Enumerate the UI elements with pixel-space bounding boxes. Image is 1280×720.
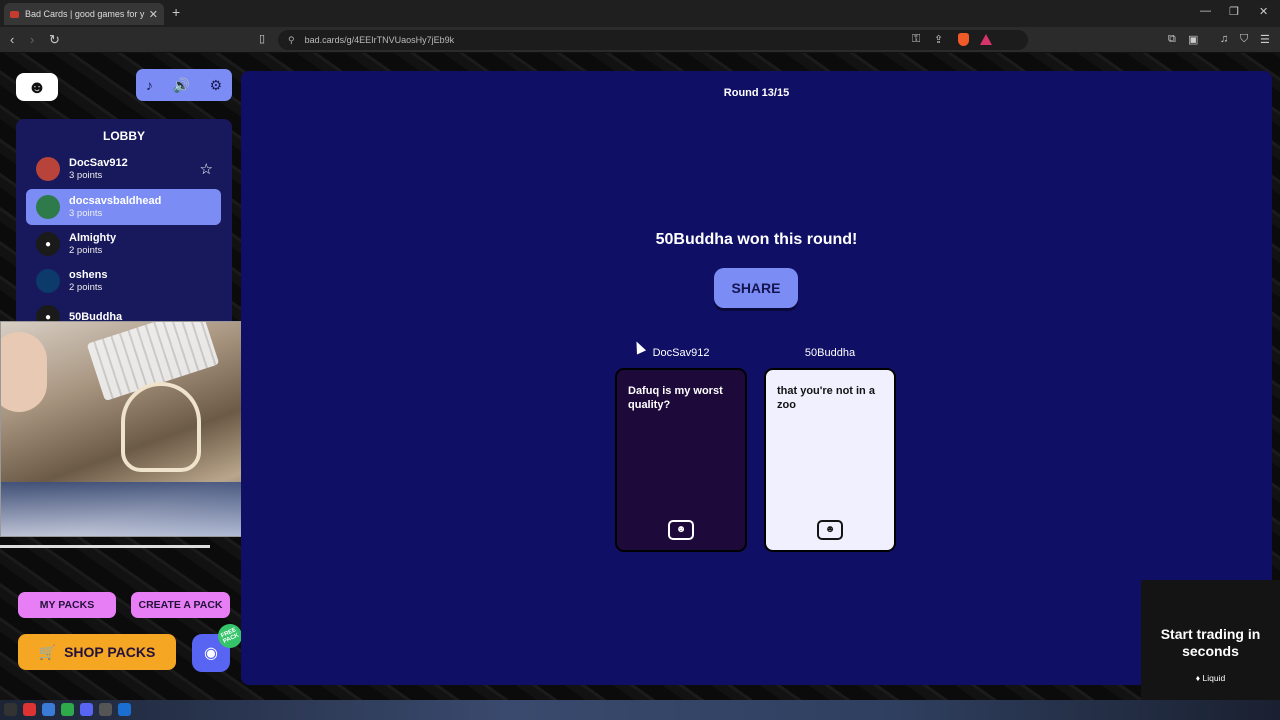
extensions-icon[interactable]: ⧉: [1168, 33, 1176, 46]
sidebar-toggle-icon[interactable]: ▣: [1188, 33, 1198, 46]
card-text: that you're not in a zoo: [777, 385, 875, 411]
card-text: Dafuq is my worst quality?: [628, 385, 723, 411]
player-row[interactable]: DocSav912 3 points ☆: [26, 151, 221, 187]
overlay-divider: [0, 545, 210, 548]
discord-taskbar-icon[interactable]: [80, 703, 93, 716]
card-logo-icon: ☻: [817, 520, 843, 540]
cart-icon: 🛒: [38, 643, 57, 660]
player-avatar: [36, 269, 60, 293]
app-taskbar-icon[interactable]: [118, 703, 131, 716]
white-answer-card[interactable]: that you're not in a zoo ☻: [764, 368, 896, 552]
player-points: 2 points: [69, 282, 103, 293]
spotify-taskbar-icon[interactable]: [61, 703, 74, 716]
music-icon[interactable]: ♪: [146, 77, 153, 93]
maximize-button[interactable]: ❐: [1229, 5, 1239, 18]
lobby-panel: LOBBY DocSav912 3 points ☆ docsavsbaldhe…: [16, 119, 232, 324]
site-favicon-icon: [10, 10, 19, 18]
minimize-button[interactable]: —: [1200, 5, 1211, 17]
shop-packs-label: SHOP PACKS: [64, 644, 156, 660]
browser-toolbar: ‹ › ↻ ▯ ⚲ bad.cards/g/4EEIrTNVUaosHy7jEb…: [0, 27, 1280, 53]
forward-button[interactable]: ›: [30, 32, 34, 47]
player-points: 2 points: [69, 245, 103, 256]
share-page-icon[interactable]: ⇪: [934, 33, 943, 46]
bad-cards-logo[interactable]: ☻: [16, 73, 58, 101]
round-winner-text: 50Buddha won this round!: [655, 231, 858, 248]
url-text: bad.cards/g/4EEIrTNVUaosHy7jEb9k: [304, 35, 455, 45]
browser-tab[interactable]: Bad Cards | good games for y ✕: [4, 3, 164, 25]
webcam-hand: [1, 332, 47, 412]
audio-controls: ♪ 🔊 ⚙: [136, 69, 232, 101]
player-row[interactable]: oshens 2 points: [26, 263, 221, 299]
window-close-button[interactable]: ✕: [1259, 5, 1268, 18]
os-taskbar: [0, 700, 1280, 720]
menu-icon[interactable]: ☰: [1260, 33, 1270, 46]
reload-button[interactable]: ↻: [49, 32, 60, 48]
vpn-icon[interactable]: ⛉: [1240, 33, 1248, 46]
player-avatar: [36, 195, 60, 219]
create-pack-button[interactable]: CREATE A PACK: [131, 592, 230, 618]
tab-title: Bad Cards | good games for y: [25, 9, 145, 19]
obs-taskbar-icon[interactable]: [99, 703, 112, 716]
brave-rewards-icon[interactable]: [980, 34, 992, 45]
ad-banner[interactable]: Start trading in seconds ♦ Liquid: [1141, 580, 1280, 700]
shop-packs-button[interactable]: 🛒 SHOP PACKS: [18, 634, 176, 670]
tab-close-icon[interactable]: ✕: [149, 8, 158, 21]
bookmark-icon[interactable]: ▯: [259, 32, 265, 45]
player-points: 3 points: [69, 208, 103, 219]
volume-icon[interactable]: 🔊: [172, 77, 189, 94]
player-name: Almighty: [69, 232, 117, 244]
discord-icon: ◉: [204, 645, 218, 662]
player-avatar: [36, 157, 60, 181]
page: ☻ ♪ 🔊 ⚙ LOBBY DocSav912 3 points ☆ docsa…: [0, 53, 1280, 700]
webcam-desk-mat: [121, 382, 201, 472]
brave-shield-icon[interactable]: [958, 33, 969, 46]
player-name: oshens: [69, 269, 108, 281]
brave-taskbar-icon[interactable]: [23, 703, 36, 716]
card-owner-label: 50Buddha: [804, 347, 856, 359]
ad-brand: ♦ Liquid: [1195, 673, 1226, 683]
settings-gear-icon[interactable]: ⚙: [210, 77, 223, 94]
back-button[interactable]: ‹: [10, 32, 14, 47]
explorer-taskbar-icon[interactable]: [42, 703, 55, 716]
player-points: 3 points: [69, 170, 103, 181]
player-name: docsavsbaldhead: [69, 195, 162, 207]
new-tab-button[interactable]: +: [172, 4, 180, 20]
default-user-icon: ●: [36, 232, 60, 256]
browser-tabbar: Bad Cards | good games for y ✕ + — ❐ ✕: [0, 0, 1280, 27]
site-info-icon[interactable]: ⚲: [288, 35, 295, 46]
key-icon[interactable]: ⚿: [912, 33, 920, 46]
lobby-title: LOBBY: [103, 129, 145, 143]
game-board: Round 13/15 50Buddha won this round! SHA…: [241, 71, 1272, 685]
player-row[interactable]: ● Almighty 2 points: [26, 226, 221, 262]
round-indicator: Round 13/15: [723, 87, 790, 99]
share-button[interactable]: SHARE: [714, 268, 798, 308]
media-icon[interactable]: ♫: [1220, 33, 1228, 45]
start-icon[interactable]: [4, 703, 17, 716]
player-name: DocSav912: [69, 157, 128, 169]
black-prompt-card: Dafuq is my worst quality? ☻: [615, 368, 747, 552]
my-packs-button[interactable]: MY PACKS: [18, 592, 116, 618]
host-star-icon: ☆: [199, 161, 213, 178]
card-logo-icon: ☻: [668, 520, 694, 540]
ad-headline: Start trading in seconds: [1160, 626, 1261, 659]
player-row[interactable]: docsavsbaldhead 3 points: [26, 189, 221, 225]
